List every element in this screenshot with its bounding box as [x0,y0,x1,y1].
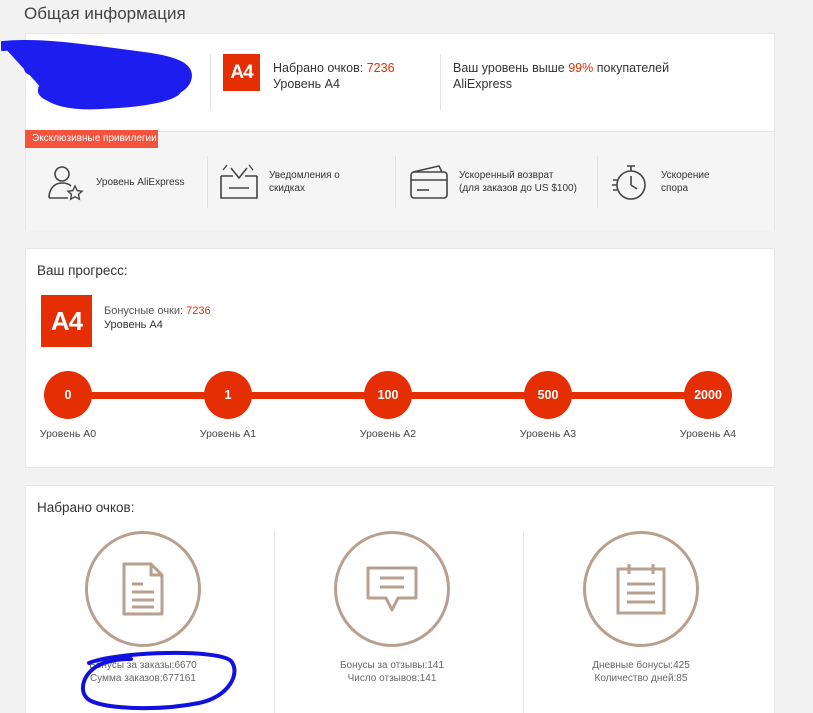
days-count-line: Количество дней:85 [594,673,688,684]
daily-bonus-line: Дневные бонусы:425 [592,660,690,671]
level-node-a3: 500 [524,371,572,419]
level-text: Уровень A4 [273,77,340,91]
rank-suffix: покупателей [593,61,670,75]
user-star-icon [48,166,84,201]
blue-hand-drawn-circle [81,650,237,711]
divider [523,532,524,713]
level-label-a2: Уровень A2 [359,428,417,440]
level-label-a1: Уровень A1 [199,428,257,440]
user-block: andrey [1,34,211,131]
privilege-item-level[interactable]: Уровень AliExpress [46,156,185,208]
level-badge: A4 [41,295,92,347]
reviews-bonus-circle [334,531,450,647]
reviews-bonus-stats: Бонусы за отзывы:141 Число отзывов:141 [292,659,492,685]
divider [395,156,396,208]
privilege-item-dispute[interactable]: Ускорение спора [611,156,710,208]
reviews-bonus-line: Бонусы за отзывы:141 [339,660,445,671]
blue-scribble-redaction [1,39,192,110]
privilege-label: Уровень AliExpress [96,176,185,188]
page-title: Общая информация [24,4,186,23]
privilege-label-2: скидках [269,183,305,194]
divider [440,54,441,110]
daily-bonus-circle [583,531,699,647]
points-label: Набрано очков: [273,61,367,75]
rank-line2: AliExpress [453,77,513,91]
comment-icon [366,566,418,612]
discount-mail-icon [220,164,258,199]
rank-percent: 99% [568,61,594,75]
level-node-a4: 2000 [684,371,732,419]
privilege-item-discounts[interactable]: Уведомления о скидках [219,156,340,208]
progress-card: Ваш прогресс: A4 Бонусные очки: 7236 Уро… [25,248,775,468]
document-icon [122,562,164,616]
privilege-label-2: (для заказов до US $100) [459,183,577,194]
points-title: Набрано очков: [37,500,135,515]
level-label-a0: Уровень A0 [39,428,97,440]
rank-summary: Ваш уровень выше 99% покупателей AliExpr… [453,60,669,92]
orders-bonus-circle [85,531,201,647]
progress-title: Ваш прогресс: [37,263,128,278]
level-label-a4: Уровень A4 [679,428,737,440]
level-node-a0: 0 [44,371,92,419]
level-badge: A4 [223,54,260,91]
level-text: Уровень A4 [104,319,163,331]
rank-prefix: Ваш уровень выше [453,61,569,75]
reviews-count-line: Число отзывов:141 [347,673,437,684]
level-label-a3: Уровень A3 [519,428,577,440]
points-value: 7236 [366,61,395,75]
points-card: Набрано очков: Бонусы за заказы:6670 Сум… [25,485,775,713]
wallet-icon [410,165,448,199]
privilege-label-2: спора [661,183,689,194]
divider [274,532,275,713]
level-node-a1: 1 [204,371,252,419]
privileges-panel: Эксклюзивные привилегии Уровень AliExpre… [25,130,774,231]
overview-card: andrey A4 Набрано очков: 7236 Уровень A4… [1,33,775,231]
divider [597,156,598,208]
bonus-label: Бонусные очки: [104,305,187,317]
stopwatch-icon [612,165,646,200]
privilege-item-refund[interactable]: Ускоренный возврат (для заказов до US $1… [409,156,577,208]
privilege-label: Уведомления о [269,170,340,181]
daily-bonus-stats: Дневные бонусы:425 Количество дней:85 [541,659,741,685]
privilege-label: Ускоренный возврат [459,170,554,181]
progress-summary: Бонусные очки: 7236 Уровень A4 [104,304,211,332]
divider [210,54,211,110]
divider [207,156,208,208]
notepad-icon [616,564,666,615]
points-summary: Набрано очков: 7236 Уровень A4 [273,60,395,92]
bonus-value: 7236 [186,305,211,317]
privilege-label: Ускорение [661,170,710,181]
exclusive-privileges-tag: Эксклюзивные привилегии [25,130,158,148]
level-node-a2: 100 [364,371,412,419]
